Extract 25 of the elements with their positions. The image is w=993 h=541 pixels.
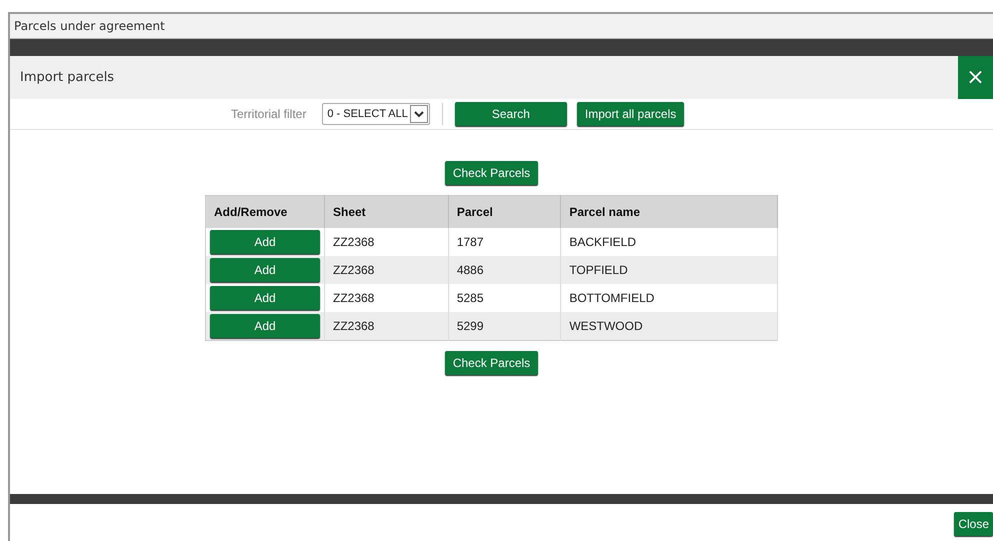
dialog-title: Import parcels — [19, 70, 114, 85]
table-cell: ZZ2368 — [324, 256, 448, 284]
table-cell: ZZ2368 — [324, 312, 448, 340]
table-cell: 4886 — [448, 256, 561, 284]
column-header: Parcel — [448, 196, 561, 228]
filter-label: Territorial filter — [231, 107, 306, 121]
column-header: Sheet — [324, 196, 448, 228]
window-title: Parcels under agreement — [14, 19, 165, 33]
add-button[interactable]: Add — [210, 230, 320, 254]
table-cell: TOPFIELD — [560, 256, 778, 284]
add-button[interactable]: Add — [210, 314, 320, 338]
table-cell: WESTWOOD — [560, 312, 778, 340]
add-button[interactable]: Add — [210, 286, 320, 310]
territorial-filter-dropdown[interactable]: 0 - SELECT ALL — [322, 103, 430, 125]
table-cell: 5299 — [448, 312, 561, 340]
check-parcels-button[interactable]: Check Parcels — [444, 161, 538, 185]
import-button[interactable]: Import all parcels — [576, 102, 684, 126]
close-button[interactable]: × — [958, 56, 993, 99]
column-header: Parcel name — [560, 196, 778, 228]
column-header: Add/Remove — [206, 196, 324, 228]
check-parcels-button[interactable]: Check Parcels — [444, 351, 538, 375]
close-button[interactable]: Close — [954, 512, 993, 536]
add-button[interactable]: Add — [210, 258, 320, 282]
chevron-down-icon — [410, 105, 428, 123]
search-button[interactable]: Search — [454, 102, 567, 126]
